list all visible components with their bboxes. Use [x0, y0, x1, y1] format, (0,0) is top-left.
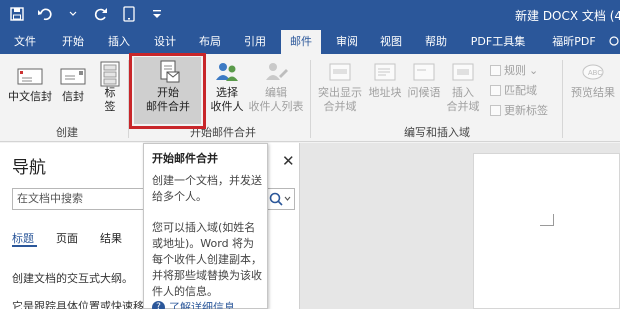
tab-design[interactable]: 设计 — [147, 30, 183, 54]
tab-help[interactable]: 帮助 — [418, 30, 454, 54]
nav-tab-active-underline — [12, 245, 37, 247]
greeting-line-label: 问候语 — [407, 86, 441, 99]
tooltip-line: 创建一个文档，并发送 — [152, 174, 262, 187]
envelope-icon — [60, 64, 86, 88]
address-block-label: 地址块 — [368, 86, 402, 99]
greeting-line-button[interactable]: 问候语 — [406, 60, 442, 100]
touch-mode-icon[interactable] — [120, 5, 138, 23]
tab-view[interactable]: 视图 — [373, 30, 409, 54]
update-labels-label: 更新标签 — [504, 104, 548, 117]
tooltip-line: 或地址)。Word 将为 — [152, 237, 255, 250]
start-mail-merge-tooltip: 开始邮件合并 创建一个文档，并发送 给多个人。 您可以插入域(如姓名 或地址)。… — [143, 143, 268, 309]
envelope-icon — [17, 64, 43, 88]
svg-text:ABC: ABC — [588, 70, 602, 77]
greeting-line-icon — [411, 60, 437, 84]
nav-help-text-line2: 它是跟踪具体位置或快速移 — [12, 300, 144, 309]
nav-tab-results[interactable]: 结果 — [100, 230, 122, 246]
tab-insert[interactable]: 插入 — [101, 30, 137, 54]
highlight-fields-icon — [327, 60, 353, 84]
address-block-icon — [372, 60, 398, 84]
document-page[interactable] — [473, 153, 620, 309]
tab-file[interactable]: 文件 — [6, 30, 44, 54]
select-recipients-label-line1: 选择 — [216, 86, 238, 99]
edit-recipient-list-label-line1: 编辑 — [265, 86, 287, 99]
update-labels-icon — [490, 104, 501, 116]
rules-icon — [490, 64, 501, 76]
group-separator — [310, 60, 311, 138]
select-recipients-button[interactable]: 选择 收件人 — [208, 60, 246, 114]
tab-foxit-pdf[interactable]: 福昕PDF — [540, 30, 608, 54]
edit-list-icon — [263, 60, 289, 84]
group-separator — [562, 60, 563, 138]
document-title: 新建 DOCX 文档 (4). — [515, 9, 620, 23]
envelope-button[interactable]: 信封 — [58, 64, 88, 104]
search-icon[interactable] — [268, 191, 292, 207]
envelope-label: 信封 — [62, 90, 84, 103]
match-fields-button[interactable]: 匹配域 — [490, 82, 537, 98]
tab-home[interactable]: 开始 — [55, 30, 91, 54]
highlight-merge-fields-button[interactable]: 突出显示 合并域 — [316, 60, 364, 114]
help-icon: ? — [152, 300, 165, 309]
tooltip-title: 开始邮件合并 — [152, 152, 218, 165]
labels-button[interactable]: 标 签 — [96, 60, 124, 114]
tooltip-line: 件人的信息。 — [152, 285, 218, 298]
write-insert-group-label: 编写和插入域 — [404, 126, 470, 139]
rules-button[interactable]: 规则 ⌄ — [490, 62, 538, 78]
insert-merge-field-label-line2: 合并域 — [446, 100, 480, 113]
tab-layout[interactable]: 布局 — [192, 30, 228, 54]
title-bar: 新建 DOCX 文档 (4). — [0, 0, 620, 30]
start-mail-merge-highlight-box — [129, 53, 206, 129]
quick-access-toolbar — [8, 5, 166, 23]
tell-me-more-link[interactable]: ? 了解详细信息 — [152, 299, 235, 309]
highlight-merge-fields-label-line2: 合并域 — [323, 100, 357, 113]
chinese-envelope-label: 中文信封 — [8, 90, 52, 103]
tooltip-line: 您可以插入域(如姓名 — [152, 221, 256, 234]
address-block-button[interactable]: 地址块 — [367, 60, 403, 100]
navigation-title: 导航 — [12, 158, 46, 178]
labels-label-line1: 标 — [104, 86, 116, 99]
lightbulb-icon[interactable] — [608, 36, 620, 48]
preview-results-icon: ABC — [580, 60, 606, 84]
tab-review[interactable]: 审阅 — [329, 30, 365, 54]
match-fields-icon — [490, 84, 501, 96]
create-group-label: 创建 — [56, 126, 78, 139]
customize-qat-icon[interactable] — [148, 5, 166, 23]
tab-references[interactable]: 引用 — [237, 30, 273, 54]
insert-merge-field-label-line1: 插入 — [452, 86, 474, 99]
save-icon[interactable] — [8, 5, 26, 23]
tooltip-line: 给多个人。 — [152, 190, 207, 203]
undo-icon[interactable] — [36, 5, 54, 23]
people-icon — [214, 60, 240, 84]
page-margin-corner — [540, 214, 554, 226]
tell-me-more-label: 了解详细信息 — [169, 301, 235, 309]
insert-field-icon — [450, 60, 476, 84]
edit-recipient-list-label-line2: 收件人列表 — [248, 100, 304, 113]
insert-merge-field-button[interactable]: 插入 合并域 — [444, 60, 482, 114]
document-area — [300, 143, 620, 309]
preview-results-label: 预览结果 — [571, 86, 615, 99]
tab-mailings[interactable]: 邮件 — [281, 30, 321, 54]
ribbon-tabs: 文件 开始 插入 设计 布局 引用 邮件 审阅 视图 帮助 PDF工具集 福昕P… — [0, 30, 620, 54]
undo-dropdown-icon[interactable] — [64, 5, 82, 23]
redo-icon[interactable] — [92, 5, 110, 23]
tooltip-line: 每个收件人创建副本， — [152, 253, 262, 266]
chevron-down-icon: ⌄ — [529, 63, 539, 77]
match-fields-label: 匹配域 — [504, 84, 537, 97]
edit-recipient-list-button[interactable]: 编辑 收件人列表 — [246, 60, 306, 114]
update-labels-button[interactable]: 更新标签 — [490, 102, 548, 118]
chinese-envelope-button[interactable]: 中文信封 — [8, 64, 52, 104]
nav-help-text-line1: 创建文档的交互式大纲。 — [12, 272, 133, 285]
tooltip-line: 并将那些域替换为该收 — [152, 269, 262, 282]
labels-label-line2: 签 — [104, 100, 116, 113]
rules-label: 规则 — [504, 64, 526, 77]
select-recipients-label-line2: 收件人 — [210, 100, 244, 113]
nav-tab-headings[interactable]: 标题 — [12, 230, 34, 246]
nav-tab-pages[interactable]: 页面 — [56, 230, 78, 246]
tab-pdf-tools[interactable]: PDF工具集 — [464, 30, 532, 54]
preview-results-button[interactable]: ABC 预览结果 — [568, 60, 618, 100]
ribbon: 中文信封 信封 标 签 创建 开始 邮件合并 选择 收件人 编辑 收件人列表 开… — [0, 54, 620, 142]
highlight-merge-fields-label-line1: 突出显示 — [318, 86, 362, 99]
close-icon[interactable]: ✕ — [282, 152, 295, 170]
labels-icon — [97, 60, 123, 87]
